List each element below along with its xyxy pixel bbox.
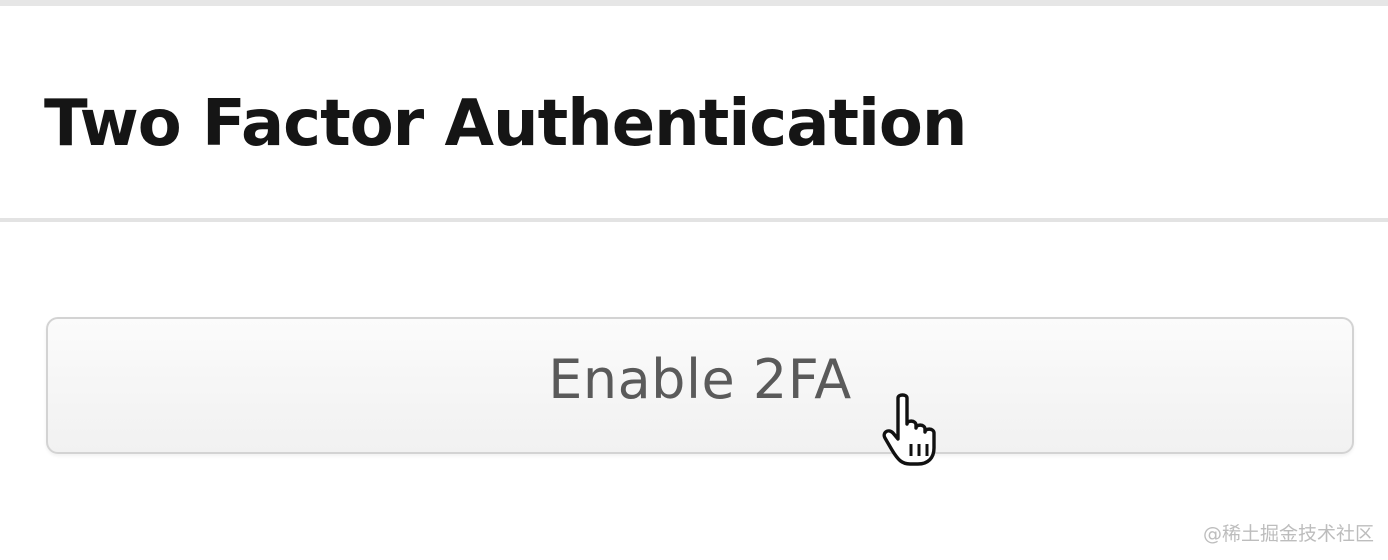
section-header: Two Factor Authentication: [0, 6, 1388, 218]
enable-2fa-button[interactable]: Enable 2FA: [46, 317, 1354, 454]
hand-pointer-icon: [882, 393, 936, 466]
section-divider: [0, 218, 1388, 222]
enable-2fa-button-label: Enable 2FA: [548, 348, 852, 411]
watermark: @稀土掘金技术社区: [1202, 523, 1374, 545]
section-title: Two Factor Authentication: [44, 87, 967, 161]
two-factor-settings-panel: Two Factor Authentication Enable 2FA @稀土…: [0, 0, 1388, 560]
